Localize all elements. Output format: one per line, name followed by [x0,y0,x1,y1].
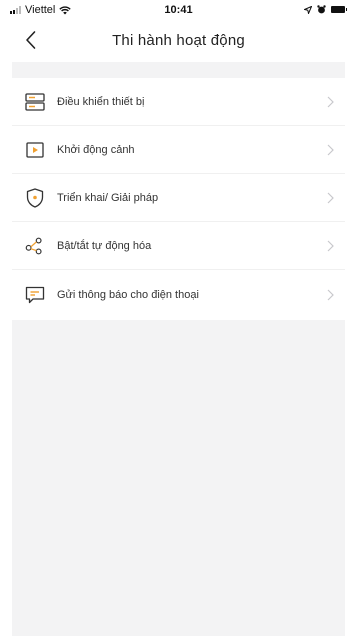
list-item-device-control[interactable]: Điều khiển thiết bị [12,78,345,126]
automation-nodes-icon [25,236,45,256]
shield-icon [25,187,45,208]
play-scene-icon [25,140,45,160]
chevron-right-icon [327,192,334,203]
action-list: Điều khiển thiết bị Khởi động cảnh Triển… [12,78,345,320]
status-right [304,5,347,14]
chevron-right-icon [327,240,334,251]
list-item-label: Khởi động cảnh [57,143,135,156]
list-item-deploy-solution[interactable]: Triển khai/ Giải pháp [12,174,345,222]
device-control-icon [25,92,45,112]
list-item-toggle-automation[interactable]: Bật/tắt tự động hóa [12,222,345,270]
list-item-start-scene[interactable]: Khởi động cảnh [12,126,345,174]
location-arrow-icon [304,5,312,14]
status-bar: Viettel 10:41 [0,0,357,20]
nav-bar: Thi hành hoạt động [0,20,357,62]
list-item-label: Bật/tắt tự động hóa [57,239,152,252]
chevron-right-icon [327,96,334,107]
chevron-right-icon [327,289,334,301]
list-item-label: Điều khiển thiết bị [57,95,145,108]
message-icon [25,285,45,305]
page-title: Thi hành hoạt động [112,32,245,49]
list-item-send-notification[interactable]: Gửi thông báo cho điện thoại [12,270,345,320]
chevron-right-icon [327,144,334,155]
list-item-label: Gửi thông báo cho điện thoại [57,289,199,301]
alarm-icon [317,5,326,14]
battery-icon [331,6,347,13]
app-screen: Viettel 10:41 Thi hành hoạt động Điều kh… [0,0,357,636]
list-item-label: Triển khai/ Giải pháp [57,191,159,204]
